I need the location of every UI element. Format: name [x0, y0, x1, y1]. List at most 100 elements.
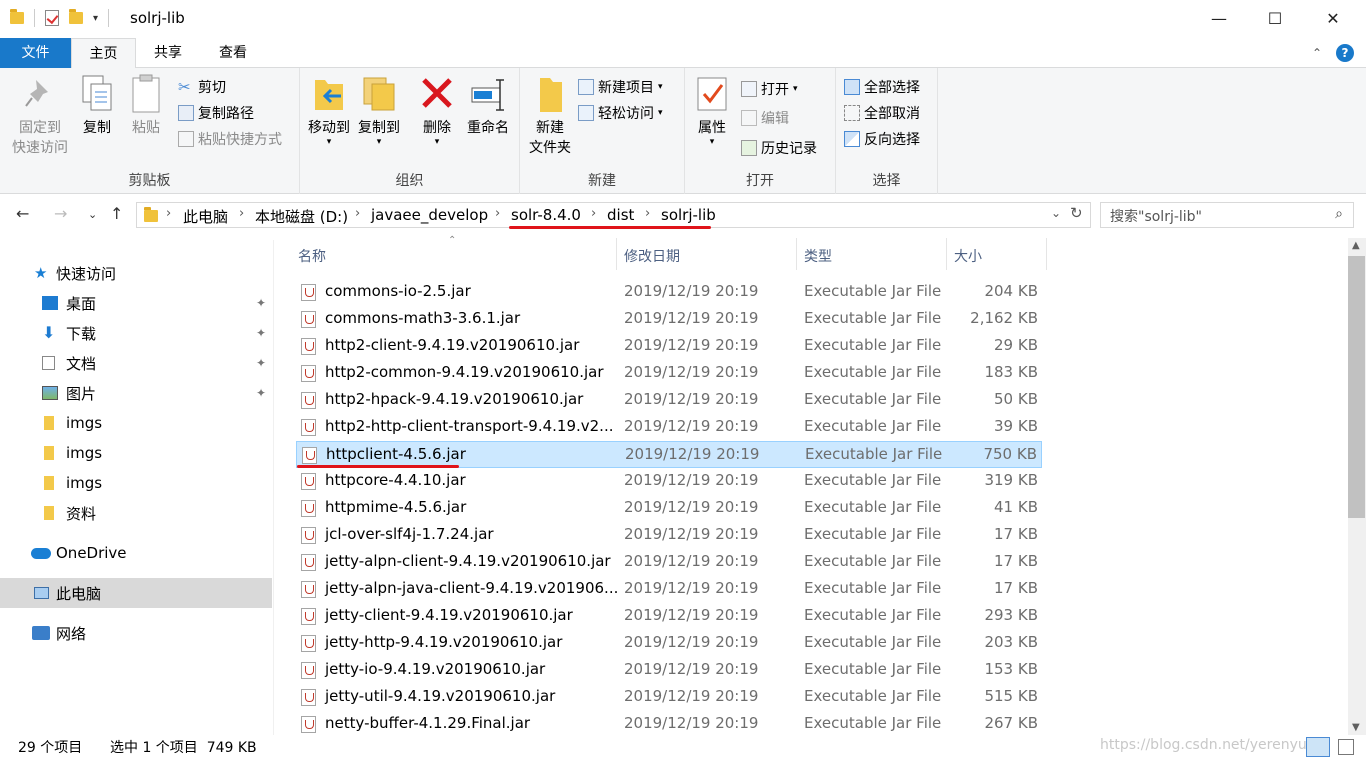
file-row[interactable]: jetty-io-9.4.19.v20190610.jar 2019/12/19 …	[296, 657, 1042, 684]
edit-button[interactable]: 编辑	[741, 107, 789, 129]
pin-icon[interactable]: ✦	[256, 296, 266, 310]
breadcrumb-local-disk[interactable]: 本地磁盘 (D:)	[255, 206, 348, 227]
column-date[interactable]: 修改日期	[624, 246, 680, 266]
nav-onedrive[interactable]: OneDrive	[0, 538, 272, 568]
new-folder-icon[interactable]	[69, 9, 83, 24]
scrollbar-thumb[interactable]	[1348, 256, 1365, 518]
forward-arrow-icon[interactable]: →	[54, 204, 67, 223]
file-row[interactable]: httpclient-4.5.6.jar 2019/12/19 20:19 Exec…	[296, 441, 1042, 468]
pin-icon[interactable]: ✦	[256, 386, 266, 400]
copy-to-button[interactable]: 复制到 ▾	[356, 74, 402, 147]
details-view-icon[interactable]	[1306, 737, 1330, 757]
easy-access-button[interactable]: 轻松访问 ▾	[578, 102, 663, 124]
large-icons-view-icon[interactable]	[1338, 739, 1354, 755]
recent-locations-chevron-icon[interactable]: ⌄	[88, 208, 97, 221]
tab-file[interactable]: 文件	[0, 38, 71, 68]
file-row[interactable]: http2-client-9.4.19.v20190610.jar 2019/12…	[296, 333, 1042, 360]
move-to-button[interactable]: 移动到 ▾	[306, 74, 352, 147]
pin-icon[interactable]: ✦	[256, 356, 266, 370]
cut-button[interactable]: ✂ 剪切	[178, 76, 226, 98]
tab-home[interactable]: 主页	[71, 38, 136, 68]
file-row[interactable]: httpmime-4.5.6.jar 2019/12/19 20:19 Execut…	[296, 495, 1042, 522]
chevron-right-icon[interactable]: ›	[645, 206, 650, 221]
refresh-icon[interactable]: ↻	[1070, 204, 1083, 222]
pin-quick-access-button[interactable]: 固定到 快速访问	[8, 74, 72, 158]
column-divider[interactable]	[616, 238, 617, 270]
invert-selection-button[interactable]: 反向选择	[844, 128, 920, 150]
nav-ziliao[interactable]: 资料	[0, 498, 272, 528]
paste-shortcut-button[interactable]: 粘贴快捷方式	[178, 128, 282, 150]
rename-button[interactable]: 重命名	[462, 74, 514, 138]
tab-share[interactable]: 共享	[136, 38, 200, 68]
search-box[interactable]: 搜索"solrj-lib" ⌕	[1100, 202, 1354, 228]
customize-toolbar-icon[interactable]: ▾	[93, 13, 98, 24]
nav-network[interactable]: 网络	[0, 618, 272, 648]
new-folder-button[interactable]: 新建 文件夹	[526, 74, 574, 158]
breadcrumb-dist[interactable]: dist	[607, 206, 634, 224]
chevron-right-icon[interactable]: ›	[239, 206, 244, 221]
column-size[interactable]: 大小	[954, 246, 982, 266]
delete-button[interactable]: 删除 ▾	[416, 74, 458, 147]
file-row[interactable]: jetty-client-9.4.19.v20190610.jar 2019/12…	[296, 603, 1042, 630]
chevron-right-icon[interactable]: ›	[495, 206, 500, 221]
properties-button[interactable]: 属性 ▾	[691, 74, 733, 147]
file-row[interactable]: http2-http-client-transport-9.4.19.v2...…	[296, 414, 1042, 441]
file-row[interactable]: commons-math3-3.6.1.jar 2019/12/19 20:19 E…	[296, 306, 1042, 333]
breadcrumb-solrj-lib[interactable]: solrj-lib	[661, 206, 716, 224]
column-divider[interactable]	[1046, 238, 1047, 270]
collapse-ribbon-icon[interactable]: ⌃	[1312, 46, 1322, 60]
chevron-right-icon[interactable]: ›	[591, 206, 596, 221]
file-row[interactable]: commons-io-2.5.jar 2019/12/19 20:19 Execut…	[296, 279, 1042, 306]
nav-imgs-1[interactable]: imgs	[0, 408, 272, 438]
file-row[interactable]: jcl-over-slf4j-1.7.24.jar 2019/12/19 20:1…	[296, 522, 1042, 549]
nav-pictures[interactable]: 图片 ✦	[0, 378, 272, 408]
address-bar[interactable]: › 此电脑 › 本地磁盘 (D:) › javaee_develop › sol…	[136, 202, 1091, 228]
select-none-button[interactable]: 全部取消	[844, 102, 920, 124]
column-name[interactable]: 名称	[298, 246, 326, 266]
breadcrumb-solr[interactable]: solr-8.4.0	[511, 206, 581, 224]
back-arrow-icon[interactable]: ←	[16, 204, 29, 223]
open-button[interactable]: 打开 ▾	[741, 78, 798, 100]
pin-icon[interactable]: ✦	[256, 326, 266, 340]
new-item-button[interactable]: 新建项目 ▾	[578, 76, 663, 98]
close-button[interactable]: ✕	[1310, 0, 1356, 36]
column-divider[interactable]	[796, 238, 797, 270]
search-input[interactable]: 搜索"solrj-lib"	[1110, 206, 1202, 226]
chevron-right-icon[interactable]: ›	[166, 206, 171, 221]
nav-imgs-2[interactable]: imgs	[0, 438, 272, 468]
address-dropdown-icon[interactable]: ⌄	[1051, 206, 1061, 220]
file-row[interactable]: http2-common-9.4.19.v20190610.jar 2019/12…	[296, 360, 1042, 387]
search-icon[interactable]: ⌕	[1335, 206, 1343, 222]
copy-button[interactable]: 复制	[76, 74, 118, 138]
breadcrumb-javaee-develop[interactable]: javaee_develop	[371, 206, 488, 224]
scroll-up-icon[interactable]: ▲	[1352, 240, 1360, 251]
nav-this-pc[interactable]: 此电脑	[0, 578, 272, 608]
maximize-button[interactable]: ☐	[1252, 0, 1298, 36]
paste-button[interactable]: 粘贴	[124, 74, 168, 138]
file-row[interactable]: jetty-alpn-java-client-9.4.19.v201906...…	[296, 576, 1042, 603]
breadcrumb-this-pc[interactable]: 此电脑	[183, 206, 228, 227]
chevron-right-icon[interactable]: ›	[355, 206, 360, 221]
properties-check-icon[interactable]	[45, 10, 59, 26]
scroll-down-icon[interactable]: ▼	[1352, 722, 1360, 733]
column-type[interactable]: 类型	[804, 246, 832, 266]
copy-path-button[interactable]: 复制路径	[178, 102, 254, 124]
nav-imgs-3[interactable]: imgs	[0, 468, 272, 498]
file-row[interactable]: jetty-alpn-client-9.4.19.v20190610.jar 20…	[296, 549, 1042, 576]
select-all-button[interactable]: 全部选择	[844, 76, 920, 98]
minimize-button[interactable]: —	[1196, 0, 1242, 36]
up-arrow-icon[interactable]: ↑	[110, 204, 123, 223]
nav-documents[interactable]: 文档 ✦	[0, 348, 272, 378]
nav-quick-access[interactable]: ★ 快速访问	[0, 258, 272, 288]
help-icon[interactable]: ?	[1336, 44, 1354, 62]
nav-downloads[interactable]: ⬇ 下载 ✦	[0, 318, 272, 348]
history-button[interactable]: 历史记录	[741, 137, 817, 159]
file-row[interactable]: http2-hpack-9.4.19.v20190610.jar 2019/12/…	[296, 387, 1042, 414]
file-row[interactable]: httpcore-4.4.10.jar 2019/12/19 20:19 Execu…	[296, 468, 1042, 495]
nav-desktop[interactable]: 桌面 ✦	[0, 288, 272, 318]
file-row[interactable]: jetty-util-9.4.19.v20190610.jar 2019/12/1…	[296, 684, 1042, 711]
column-divider[interactable]	[946, 238, 947, 270]
tab-view[interactable]: 查看	[200, 38, 266, 68]
file-row[interactable]: netty-buffer-4.1.29.Final.jar 2019/12/19 …	[296, 711, 1042, 738]
file-row[interactable]: jetty-http-9.4.19.v20190610.jar 2019/12/1…	[296, 630, 1042, 657]
